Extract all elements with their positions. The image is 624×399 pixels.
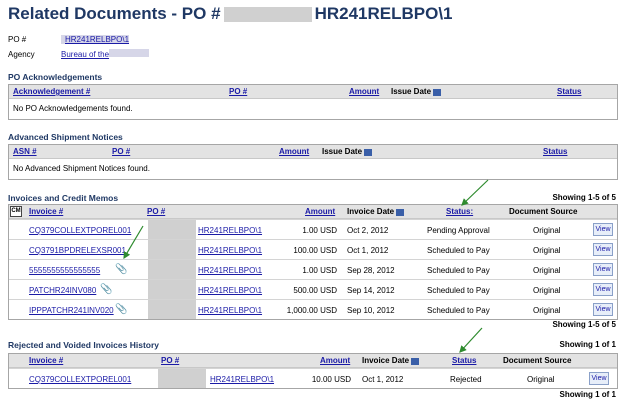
arrow-to-rejected-status (459, 327, 483, 353)
annotation-arrows (123, 179, 489, 353)
arrow-to-invoice (123, 225, 144, 260)
arrow-to-status (461, 179, 489, 206)
